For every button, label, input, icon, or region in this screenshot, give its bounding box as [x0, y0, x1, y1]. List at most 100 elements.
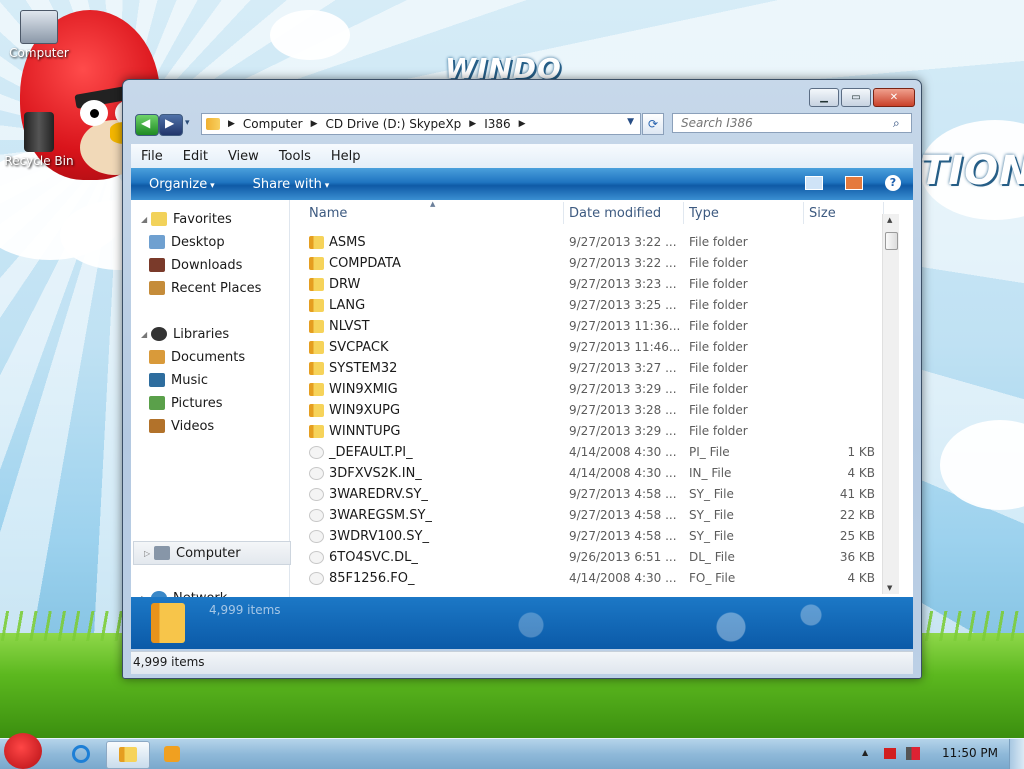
system-tray: ▲ 11:50 PM [854, 739, 1024, 769]
file-date: 9/27/2013 3:29 ... [569, 424, 677, 438]
column-divider[interactable] [683, 202, 684, 224]
file-type: File folder [689, 298, 748, 312]
file-name: 3WAREDRV.SY_ [329, 487, 428, 502]
scroll-up-icon[interactable]: ▲ [887, 216, 892, 224]
file-icon [309, 530, 324, 543]
nav-item-downloads[interactable]: Downloads [131, 254, 289, 276]
maximize-button[interactable]: ▭ [841, 88, 871, 107]
scroll-down-icon[interactable]: ▼ [887, 584, 892, 592]
file-row[interactable]: WIN9XMIG 9/27/2013 3:29 ... File folder [291, 379, 891, 400]
change-view-icon[interactable] [805, 176, 823, 190]
expand-arrow-icon[interactable]: ◢ [141, 330, 151, 339]
file-row[interactable]: WINNTUPG 9/27/2013 3:29 ... File folder [291, 421, 891, 442]
file-row[interactable]: SVCPACK 9/27/2013 11:46... File folder [291, 337, 891, 358]
file-row[interactable]: SYSTEM32 9/27/2013 3:27 ... File folder [291, 358, 891, 379]
explorer-window: ▁ ▭ ✕ ◀ ▶ ▾ ▶ Computer ▶ CD Drive (D:) S… [122, 79, 922, 679]
address-bar[interactable]: ▶ Computer ▶ CD Drive (D:) SkypeXp ▶ I38… [201, 113, 641, 135]
file-row[interactable]: LANG 9/27/2013 3:25 ... File folder [291, 295, 891, 316]
taskbar-windows-explorer[interactable] [106, 741, 150, 769]
close-button[interactable]: ✕ [873, 88, 915, 107]
search-icon[interactable]: ⌕ [893, 116, 900, 131]
breadcrumb-computer[interactable]: Computer [243, 117, 303, 131]
action-center-icon[interactable] [884, 748, 896, 759]
menu-bar: File Edit View Tools Help [131, 144, 913, 168]
breadcrumb-i386[interactable]: I386 [484, 117, 510, 131]
column-header-size[interactable]: Size [809, 206, 836, 221]
expand-arrow-icon[interactable]: ▷ [144, 549, 154, 558]
vertical-scrollbar[interactable]: ▲ ▼ [882, 214, 899, 594]
share-with-button[interactable]: Share with [253, 177, 330, 192]
expand-arrow-icon[interactable]: ◢ [141, 215, 151, 224]
column-header-date[interactable]: Date modified [569, 206, 661, 221]
taskbar-internet-explorer[interactable] [60, 741, 102, 767]
help-icon[interactable]: ? [885, 175, 901, 191]
desktop-icon-recycle-bin[interactable]: Recycle Bin [0, 112, 78, 168]
start-button[interactable] [4, 733, 42, 769]
music-icon [149, 373, 165, 387]
volume-muted-icon[interactable] [906, 747, 920, 760]
tray-overflow-icon[interactable]: ▲ [862, 748, 868, 757]
file-row[interactable]: _DEFAULT.PI_ 4/14/2008 4:30 ... PI_ File 1 … [291, 442, 891, 463]
menu-file[interactable]: File [131, 149, 173, 164]
breadcrumb-cd-drive[interactable]: CD Drive (D:) SkypeXp [326, 117, 462, 131]
file-row[interactable]: DRW 9/27/2013 3:23 ... File folder [291, 274, 891, 295]
column-header-name[interactable]: Name [309, 206, 347, 221]
folder-icon [309, 383, 324, 396]
folder-icon [309, 362, 324, 375]
recent-pages-button[interactable]: ▾ [185, 118, 190, 128]
address-dropdown-icon[interactable]: ▼ [627, 117, 634, 127]
file-row[interactable]: 6TO4SVC.DL_ 9/26/2013 6:51 ... DL_ File 36 … [291, 547, 891, 568]
nav-favorites[interactable]: ◢ Favorites [131, 208, 289, 230]
taskbar-media-player[interactable] [152, 741, 194, 767]
nav-item-videos[interactable]: Videos [131, 415, 289, 437]
file-date: 9/27/2013 3:25 ... [569, 298, 677, 312]
computer-icon [154, 546, 170, 560]
file-row[interactable]: NLVST 9/27/2013 11:36... File folder [291, 316, 891, 337]
desktop-icon-computer[interactable]: Computer [0, 10, 78, 60]
file-name: COMPDATA [329, 256, 401, 271]
nav-item-music[interactable]: Music [131, 369, 289, 391]
file-size: 36 KB [839, 550, 875, 564]
preview-pane-icon[interactable] [845, 176, 863, 190]
nav-item-recent-places[interactable]: Recent Places [131, 277, 289, 299]
nav-libraries[interactable]: ◢ Libraries [131, 323, 289, 345]
file-row[interactable]: ASMS 9/27/2013 3:22 ... File folder [291, 232, 891, 253]
sort-ascending-icon: ▲ [430, 200, 436, 208]
menu-tools[interactable]: Tools [269, 149, 321, 164]
file-type: File folder [689, 235, 748, 249]
file-row[interactable]: 3WAREGSM.SY_ 9/27/2013 4:58 ... SY_ File 22… [291, 505, 891, 526]
nav-item-documents[interactable]: Documents [131, 346, 289, 368]
search-input[interactable] [672, 113, 912, 133]
menu-edit[interactable]: Edit [173, 149, 218, 164]
file-name: LANG [329, 298, 366, 313]
nav-computer[interactable]: ▷ Computer [133, 541, 291, 565]
back-button[interactable]: ◀ [135, 114, 159, 136]
internet-explorer-icon [72, 745, 90, 763]
file-date: 9/27/2013 11:36... [569, 319, 681, 333]
file-row[interactable]: WIN9XUPG 9/27/2013 3:28 ... File folder [291, 400, 891, 421]
file-row[interactable]: 3DFXVS2K.IN_ 4/14/2008 4:30 ... IN_ File 4 … [291, 463, 891, 484]
file-row[interactable]: 85F1256.FO_ 4/14/2008 4:30 ... FO_ File 4 K… [291, 568, 891, 589]
menu-view[interactable]: View [218, 149, 269, 164]
file-icon [309, 446, 324, 459]
media-player-icon [164, 746, 180, 762]
column-divider[interactable] [563, 202, 564, 224]
file-date: 9/27/2013 3:28 ... [569, 403, 677, 417]
file-row[interactable]: 3WAREDRV.SY_ 9/27/2013 4:58 ... SY_ File 41… [291, 484, 891, 505]
column-divider[interactable] [803, 202, 804, 224]
file-row[interactable]: COMPDATA 9/27/2013 3:22 ... File folder [291, 253, 891, 274]
show-desktop-button[interactable] [1009, 739, 1024, 769]
forward-button[interactable]: ▶ [159, 114, 183, 136]
clock[interactable]: 11:50 PM [942, 746, 998, 760]
minimize-button[interactable]: ▁ [809, 88, 839, 107]
organize-button[interactable]: Organize [149, 177, 215, 192]
navigation-pane: ◢ Favorites Desktop Downloads Recent Pla… [131, 200, 291, 606]
file-row[interactable]: 3WDRV100.SY_ 9/27/2013 4:58 ... SY_ File 25… [291, 526, 891, 547]
refresh-button[interactable]: ⟳ [642, 113, 664, 135]
scroll-thumb[interactable] [885, 232, 898, 250]
chevron-right-icon: ▶ [228, 119, 235, 129]
nav-item-desktop[interactable]: Desktop [131, 231, 289, 253]
column-header-type[interactable]: Type [689, 206, 719, 221]
menu-help[interactable]: Help [321, 149, 371, 164]
nav-item-pictures[interactable]: Pictures [131, 392, 289, 414]
